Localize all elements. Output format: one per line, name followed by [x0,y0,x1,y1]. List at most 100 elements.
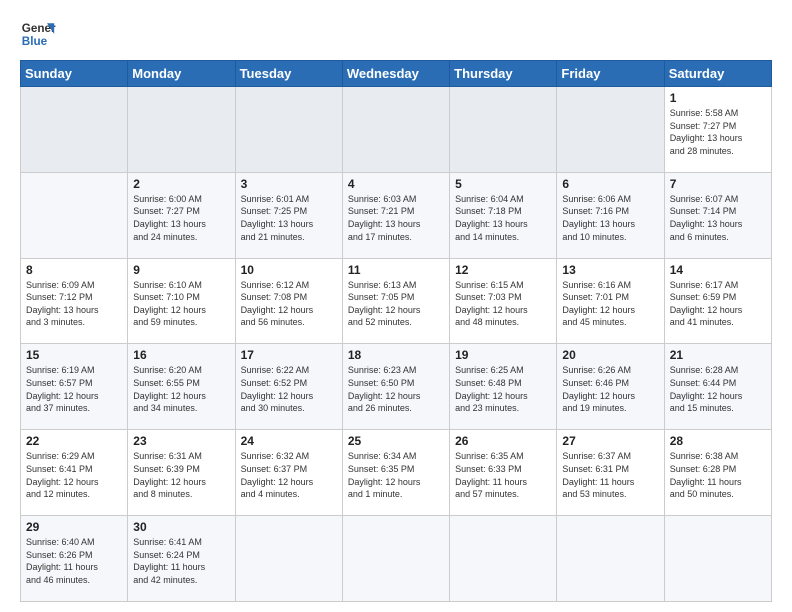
calendar-cell: 8 Sunrise: 6:09 AMSunset: 7:12 PMDaylight… [21,258,128,344]
day-number: 22 [26,434,122,448]
day-info: Sunrise: 6:31 AMSunset: 6:39 PMDaylight:… [133,450,229,500]
logo-icon: General Blue [20,16,56,52]
calendar-cell [21,87,128,173]
calendar-cell: 1 Sunrise: 5:58 AMSunset: 7:27 PMDaylight… [664,87,771,173]
calendar-cell: 19 Sunrise: 6:25 AMSunset: 6:48 PMDayligh… [450,344,557,430]
day-number: 23 [133,434,229,448]
calendar-cell: 14Sunrise: 6:17 AMSunset: 6:59 PMDayligh… [664,258,771,344]
day-number: 28 [670,434,766,448]
day-number: 25 [348,434,444,448]
calendar-day-header: Thursday [450,61,557,87]
day-info: Sunrise: 6:07 AMSunset: 7:14 PMDaylight:… [670,193,766,243]
day-number: 20 [562,348,658,362]
calendar-day-header: Monday [128,61,235,87]
day-number: 8 [26,263,122,277]
day-info: Sunrise: 6:35 AMSunset: 6:33 PMDaylight:… [455,450,551,500]
calendar-cell: 4 Sunrise: 6:03 AMSunset: 7:21 PMDaylight… [342,172,449,258]
calendar-cell [128,87,235,173]
day-info: Sunrise: 6:25 AMSunset: 6:48 PMDaylight:… [455,364,551,414]
day-info: Sunrise: 6:00 AMSunset: 7:27 PMDaylight:… [133,193,229,243]
day-info: Sunrise: 6:22 AMSunset: 6:52 PMDaylight:… [241,364,337,414]
calendar-header-row: SundayMondayTuesdayWednesdayThursdayFrid… [21,61,772,87]
calendar-week-row: 22Sunrise: 6:29 AMSunset: 6:41 PMDayligh… [21,430,772,516]
day-number: 4 [348,177,444,191]
day-info: Sunrise: 6:40 AMSunset: 6:26 PMDaylight:… [26,536,122,586]
day-info: Sunrise: 6:34 AMSunset: 6:35 PMDaylight:… [348,450,444,500]
day-info: Sunrise: 6:41 AMSunset: 6:24 PMDaylight:… [133,536,229,586]
calendar-cell: 5 Sunrise: 6:04 AMSunset: 7:18 PMDaylight… [450,172,557,258]
day-info: Sunrise: 6:15 AMSunset: 7:03 PMDaylight:… [455,279,551,329]
calendar-cell: 20Sunrise: 6:26 AMSunset: 6:46 PMDayligh… [557,344,664,430]
calendar-day-header: Sunday [21,61,128,87]
day-info: Sunrise: 6:28 AMSunset: 6:44 PMDaylight:… [670,364,766,414]
day-number: 24 [241,434,337,448]
calendar-day-header: Tuesday [235,61,342,87]
day-info: Sunrise: 6:12 AMSunset: 7:08 PMDaylight:… [241,279,337,329]
header: General Blue [20,16,772,52]
day-info: Sunrise: 6:04 AMSunset: 7:18 PMDaylight:… [455,193,551,243]
day-number: 15 [26,348,122,362]
day-info: Sunrise: 6:16 AMSunset: 7:01 PMDaylight:… [562,279,658,329]
day-number: 9 [133,263,229,277]
day-number: 5 [455,177,551,191]
day-number: 13 [562,263,658,277]
calendar-cell [557,516,664,602]
calendar-cell: 29 Sunrise: 6:40 AMSunset: 6:26 PMDayligh… [21,516,128,602]
day-info: Sunrise: 6:38 AMSunset: 6:28 PMDaylight:… [670,450,766,500]
day-number: 1 [670,91,766,105]
calendar-cell: 26Sunrise: 6:35 AMSunset: 6:33 PMDayligh… [450,430,557,516]
calendar-cell: 22Sunrise: 6:29 AMSunset: 6:41 PMDayligh… [21,430,128,516]
day-info: Sunrise: 6:09 AMSunset: 7:12 PMDaylight:… [26,279,122,329]
day-info: Sunrise: 6:03 AMSunset: 7:21 PMDaylight:… [348,193,444,243]
day-number: 2 [133,177,229,191]
day-number: 27 [562,434,658,448]
calendar-week-row: 29 Sunrise: 6:40 AMSunset: 6:26 PMDayligh… [21,516,772,602]
calendar-cell [342,87,449,173]
calendar-cell: 27 Sunrise: 6:37 AMSunset: 6:31 PMDayligh… [557,430,664,516]
calendar-cell: 28 Sunrise: 6:38 AMSunset: 6:28 PMDayligh… [664,430,771,516]
day-info: Sunrise: 6:10 AMSunset: 7:10 PMDaylight:… [133,279,229,329]
calendar-week-row: 1 Sunrise: 5:58 AMSunset: 7:27 PMDaylight… [21,87,772,173]
day-info: Sunrise: 6:32 AMSunset: 6:37 PMDaylight:… [241,450,337,500]
day-number: 18 [348,348,444,362]
day-info: Sunrise: 6:23 AMSunset: 6:50 PMDaylight:… [348,364,444,414]
day-info: Sunrise: 6:20 AMSunset: 6:55 PMDaylight:… [133,364,229,414]
calendar-cell: 21 Sunrise: 6:28 AMSunset: 6:44 PMDayligh… [664,344,771,430]
calendar-cell [450,516,557,602]
calendar-cell: 24 Sunrise: 6:32 AMSunset: 6:37 PMDayligh… [235,430,342,516]
day-number: 30 [133,520,229,534]
day-info: Sunrise: 5:58 AMSunset: 7:27 PMDaylight:… [670,107,766,157]
calendar-day-header: Wednesday [342,61,449,87]
day-number: 7 [670,177,766,191]
day-number: 12 [455,263,551,277]
calendar-week-row: 15Sunrise: 6:19 AMSunset: 6:57 PMDayligh… [21,344,772,430]
calendar-cell [235,516,342,602]
day-number: 3 [241,177,337,191]
svg-text:Blue: Blue [22,35,48,48]
calendar-week-row: 8 Sunrise: 6:09 AMSunset: 7:12 PMDaylight… [21,258,772,344]
day-number: 6 [562,177,658,191]
page: General Blue SundayMondayTuesdayWednesda… [0,0,792,612]
calendar-week-row: 2 Sunrise: 6:00 AMSunset: 7:27 PMDaylight… [21,172,772,258]
calendar-cell: 12 Sunrise: 6:15 AMSunset: 7:03 PMDayligh… [450,258,557,344]
calendar-cell: 3 Sunrise: 6:01 AMSunset: 7:25 PMDaylight… [235,172,342,258]
day-info: Sunrise: 6:01 AMSunset: 7:25 PMDaylight:… [241,193,337,243]
calendar-cell: 13 Sunrise: 6:16 AMSunset: 7:01 PMDayligh… [557,258,664,344]
calendar-cell: 18 Sunrise: 6:23 AMSunset: 6:50 PMDayligh… [342,344,449,430]
calendar-cell: 11Sunrise: 6:13 AMSunset: 7:05 PMDayligh… [342,258,449,344]
day-number: 19 [455,348,551,362]
day-info: Sunrise: 6:06 AMSunset: 7:16 PMDaylight:… [562,193,658,243]
day-number: 11 [348,263,444,277]
calendar-cell: 15Sunrise: 6:19 AMSunset: 6:57 PMDayligh… [21,344,128,430]
day-number: 21 [670,348,766,362]
day-info: Sunrise: 6:37 AMSunset: 6:31 PMDaylight:… [562,450,658,500]
day-number: 17 [241,348,337,362]
calendar-cell [342,516,449,602]
calendar-cell: 30 Sunrise: 6:41 AMSunset: 6:24 PMDayligh… [128,516,235,602]
calendar-cell: 9 Sunrise: 6:10 AMSunset: 7:10 PMDaylight… [128,258,235,344]
day-number: 29 [26,520,122,534]
calendar-cell: 17 Sunrise: 6:22 AMSunset: 6:52 PMDayligh… [235,344,342,430]
day-info: Sunrise: 6:17 AMSunset: 6:59 PMDaylight:… [670,279,766,329]
calendar-cell: 7 Sunrise: 6:07 AMSunset: 7:14 PMDaylight… [664,172,771,258]
calendar-cell: 23 Sunrise: 6:31 AMSunset: 6:39 PMDayligh… [128,430,235,516]
